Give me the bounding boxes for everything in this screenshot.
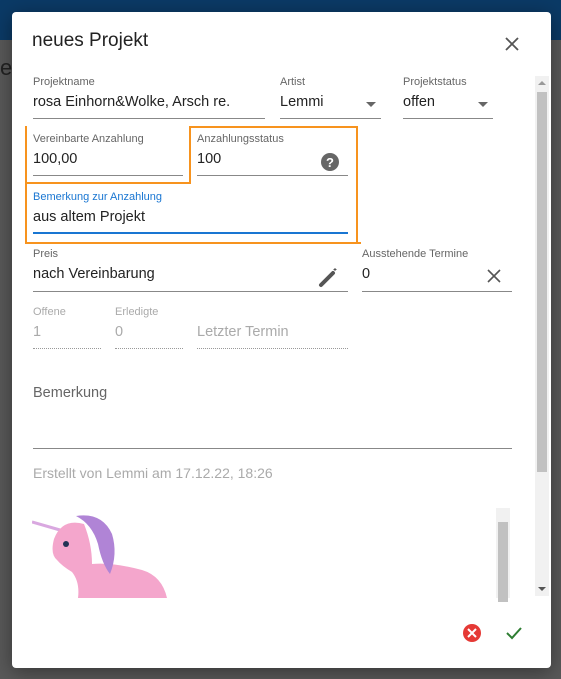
image-scrollbar[interactable]: [496, 508, 510, 602]
scroll-down-icon[interactable]: [538, 587, 546, 591]
offene-field: Offene 1: [33, 306, 101, 350]
label: Preis: [33, 248, 59, 260]
letzter-termin-field[interactable]: Letzter Termin: [197, 306, 348, 350]
new-project-dialog: neues Projekt Projektname rosa Einhorn&W…: [12, 12, 551, 668]
value: 1: [33, 324, 42, 340]
label: Offene: [33, 306, 66, 318]
placeholder: Letzter Termin: [197, 324, 289, 340]
svg-text:?: ?: [326, 155, 334, 170]
value: rosa Einhorn&Wolke, Arsch re.: [33, 94, 231, 110]
help-icon[interactable]: ?: [320, 152, 340, 172]
label: Artist: [280, 76, 306, 88]
highlight-edge: [356, 182, 358, 244]
dialog-scrollbar[interactable]: [535, 76, 549, 596]
artist-select[interactable]: Artist Lemmi: [280, 76, 381, 120]
dropdown-arrow-icon: [478, 102, 488, 107]
ausstehende-termine-field[interactable]: Ausstehende Termine 0: [362, 248, 512, 292]
label: Projektstatus: [403, 76, 467, 88]
label: Vereinbarte Anzahlung: [33, 133, 144, 145]
confirm-button[interactable]: [505, 624, 523, 642]
value: Lemmi: [280, 94, 324, 110]
projektname-field[interactable]: Projektname rosa Einhorn&Wolke, Arsch re…: [33, 76, 265, 120]
value: offen: [403, 94, 435, 110]
background-text: e: [0, 55, 13, 80]
value: nach Vereinbarung: [33, 266, 155, 282]
dialog-title: neues Projekt: [32, 30, 149, 51]
dropdown-arrow-icon: [366, 102, 376, 107]
label: Anzahlungsstatus: [197, 133, 284, 145]
erledigte-field: Erledigte 0: [115, 306, 183, 350]
anzahlung-field[interactable]: Vereinbarte Anzahlung 100,00: [33, 133, 183, 177]
unicorn-image: [32, 515, 167, 598]
label: Ausstehende Termine: [362, 248, 469, 260]
value: 100: [197, 151, 222, 167]
clear-icon[interactable]: [486, 268, 502, 284]
label: Bemerkung zur Anzahlung: [33, 191, 163, 203]
highlight-edge: [25, 242, 358, 244]
anzahlungsstatus-field[interactable]: Anzahlungsstatus 100 ?: [197, 133, 348, 177]
cancel-button[interactable]: [462, 623, 482, 643]
label: Projektname: [33, 76, 95, 88]
label: Erledigte: [115, 306, 159, 318]
magic-wand-icon[interactable]: [318, 266, 340, 288]
bemerkung-anzahlung-field[interactable]: Bemerkung zur Anzahlung aus altem Projek…: [33, 191, 348, 235]
value: 0: [362, 266, 371, 282]
bemerkung-textarea[interactable]: Bemerkung: [33, 382, 512, 450]
value: aus altem Projekt: [33, 209, 146, 225]
value: 100,00: [33, 151, 78, 167]
value: 0: [115, 324, 124, 340]
scroll-up-icon[interactable]: [538, 81, 546, 85]
projektstatus-select[interactable]: Projektstatus offen: [403, 76, 493, 120]
placeholder: Bemerkung: [33, 385, 108, 401]
preis-field[interactable]: Preis nach Vereinbarung: [33, 248, 348, 292]
close-icon[interactable]: [502, 34, 522, 54]
created-info: Erstellt von Lemmi am 17.12.22, 18:26: [33, 465, 273, 481]
highlight-edge: [25, 182, 191, 184]
